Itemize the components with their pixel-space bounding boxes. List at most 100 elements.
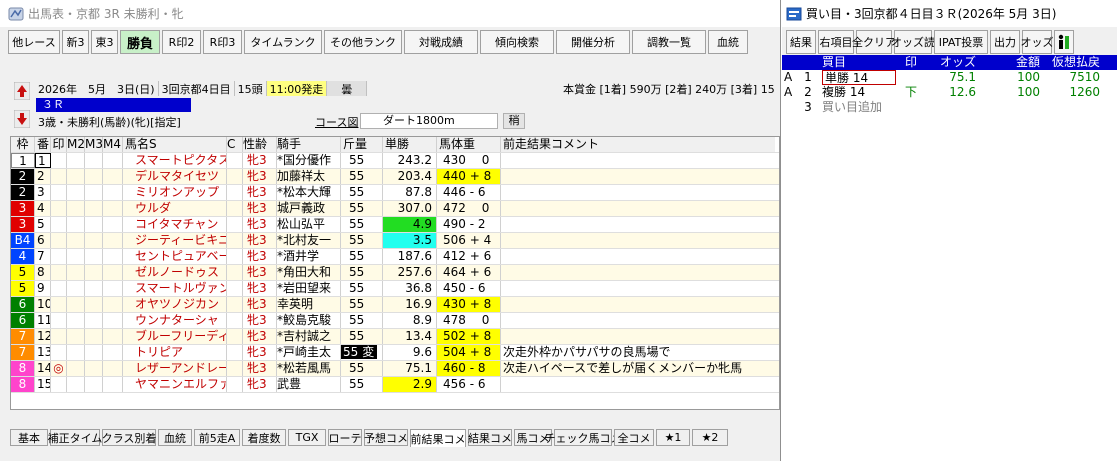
bet-amount[interactable] <box>976 100 1040 115</box>
horse-name-cell[interactable]: デルマタイセツ <box>123 169 227 184</box>
bottom-tab-5[interactable]: 着度数 <box>242 429 286 446</box>
mark4-cell[interactable] <box>103 249 123 264</box>
mark2-cell[interactable] <box>67 377 85 392</box>
mark2-cell[interactable] <box>67 201 85 216</box>
bet-type[interactable]: 複勝 14 <box>822 85 896 100</box>
mark3-cell[interactable] <box>85 265 103 280</box>
mark4-cell[interactable] <box>103 313 123 328</box>
table-row[interactable]: 6 11 ウンナターシャ 牝3 *鮫島克駿 55 8.9 478 0 <box>11 313 779 329</box>
bottom-tab-9[interactable]: 前結果コメ <box>410 429 466 447</box>
bottom-tab-13[interactable]: 全コメ <box>614 429 654 446</box>
horse-name-cell[interactable]: レザーアンドレース <box>123 361 227 376</box>
table-row[interactable]: 47 セントピュアベース 牝3*酒井学 55 187.6412 + 6 <box>11 249 779 265</box>
bet-type[interactable]: 単勝 14 <box>822 70 896 85</box>
bottom-tab-8[interactable]: 予想コメ <box>364 429 408 446</box>
bottom-tab-3[interactable]: 血統 <box>158 429 192 446</box>
mark-cell[interactable] <box>51 265 67 280</box>
mark-cell[interactable] <box>51 377 67 392</box>
mark4-cell[interactable] <box>103 217 123 232</box>
column-header-12[interactable]: 馬体重 <box>437 137 501 152</box>
table-row[interactable]: 815 ヤマニンエルファバ 牝3 武豊 55 2.9456 - 6 <box>11 377 779 393</box>
mark3-cell[interactable] <box>85 329 103 344</box>
mark-cell[interactable] <box>51 329 67 344</box>
mark2-cell[interactable] <box>67 217 85 232</box>
mark2-cell[interactable] <box>67 361 85 376</box>
mark2-cell[interactable] <box>67 153 85 168</box>
horse-name-cell[interactable]: ウンナターシャ <box>123 313 227 328</box>
table-row[interactable]: 3 5 コイタマチャン 牝3 松山弘平 55 4.9 490 - 2 <box>11 217 779 233</box>
mark3-cell[interactable] <box>85 313 103 328</box>
toolbar-button-10[interactable]: 開催分析 <box>556 30 630 54</box>
mark3-cell[interactable] <box>85 297 103 312</box>
column-header-4[interactable]: M3 <box>85 137 103 152</box>
bet-row[interactable]: A 2 複勝 14 下 12.6 100 1260 <box>782 85 1117 100</box>
column-header-11[interactable]: 単勝 <box>383 137 437 152</box>
table-row[interactable]: 3 4 ウルダ 牝3 城戸義政 55 307.0 472 0 <box>11 201 779 217</box>
mark4-cell[interactable] <box>103 361 123 376</box>
bets-toolbar-button-4[interactable]: IPAT投票 <box>934 30 988 54</box>
mark2-cell[interactable] <box>67 313 85 328</box>
mark4-cell[interactable] <box>103 329 123 344</box>
mark-cell[interactable] <box>51 153 67 168</box>
horse-name-cell[interactable]: ミリオンアップ <box>123 185 227 200</box>
bottom-tab-12[interactable]: チェック馬コメ <box>545 429 622 446</box>
mark-cell[interactable] <box>51 249 67 264</box>
column-header-3[interactable]: M2 <box>67 137 85 152</box>
mark-cell[interactable] <box>51 233 67 248</box>
bet-type[interactable]: 買い目追加 <box>822 100 896 115</box>
column-header-6[interactable]: 馬名S <box>123 137 227 152</box>
column-header-9[interactable]: 騎手 <box>277 137 341 152</box>
toolbar-button-2[interactable]: 東3 <box>91 30 118 54</box>
bets-toolbar-button-6[interactable]: オッズ <box>1021 30 1054 54</box>
mark4-cell[interactable] <box>103 377 123 392</box>
bet-amount[interactable]: 100 <box>976 70 1040 85</box>
column-header-2[interactable]: 印 <box>51 137 67 152</box>
mark4-cell[interactable] <box>103 169 123 184</box>
toolbar-button-6[interactable]: タイムランク <box>244 30 322 54</box>
toolbar-button-7[interactable]: その他ランク <box>324 30 402 54</box>
bottom-tab-4[interactable]: 前5走A <box>194 429 240 446</box>
column-header-5[interactable]: M4 <box>103 137 123 152</box>
mark4-cell[interactable] <box>103 345 123 360</box>
mark-cell[interactable] <box>51 201 67 216</box>
mark2-cell[interactable] <box>67 345 85 360</box>
column-header-1[interactable]: 番 <box>35 137 51 152</box>
column-header-7[interactable]: C <box>227 137 243 152</box>
toolbar-button-12[interactable]: 血統 <box>708 30 748 54</box>
table-row[interactable]: 2 2 デルマタイセツ 牝3 加藤祥太 55 203.4 440 + 8 <box>11 169 779 185</box>
toolbar-button-1[interactable]: 新3 <box>62 30 89 54</box>
mark4-cell[interactable] <box>103 281 123 296</box>
mark-cell[interactable] <box>51 169 67 184</box>
mark2-cell[interactable] <box>67 329 85 344</box>
horse-name-cell[interactable]: ブルーフリーディン <box>123 329 227 344</box>
mark4-cell[interactable] <box>103 297 123 312</box>
mark2-cell[interactable] <box>67 185 85 200</box>
bottom-tab-15[interactable]: ★2 <box>692 429 728 446</box>
toolbar-button-9[interactable]: 傾向検索 <box>480 30 554 54</box>
bottom-tab-1[interactable]: 補正タイム <box>48 429 102 446</box>
column-header-8[interactable]: 性齢 <box>243 137 277 152</box>
bet-amount[interactable]: 100 <box>976 85 1040 100</box>
bottom-tab-2[interactable]: クラス別着 <box>102 429 156 446</box>
table-row[interactable]: 5 8 ゼルノードゥス 牝3 *角田大和 55 257.6 464 + 6 <box>11 265 779 281</box>
bottom-tab-10[interactable]: 結果コメ <box>468 429 512 446</box>
bets-toolbar-button-1[interactable]: 右項目 <box>818 30 854 54</box>
horse-name-cell[interactable]: オヤツノジカン <box>123 297 227 312</box>
table-row[interactable]: 6 10 オヤツノジカン 牝3 幸英明 55 16.9 430 + 8 <box>11 297 779 313</box>
mark3-cell[interactable] <box>85 233 103 248</box>
bottom-tab-14[interactable]: ★1 <box>656 429 690 446</box>
mark4-cell[interactable] <box>103 201 123 216</box>
horse-name-cell[interactable]: トリピア <box>123 345 227 360</box>
mark3-cell[interactable] <box>85 169 103 184</box>
mark-cell[interactable] <box>51 185 67 200</box>
bet-row[interactable]: 3 買い目追加 <box>782 100 1117 115</box>
mark4-cell[interactable] <box>103 185 123 200</box>
mark-cell[interactable] <box>51 281 67 296</box>
table-row[interactable]: 5 9 スマートルヴァン 牝3 *岩田望来 55 36.8 450 - 6 <box>11 281 779 297</box>
mark3-cell[interactable] <box>85 185 103 200</box>
mark2-cell[interactable] <box>67 281 85 296</box>
bottom-tab-0[interactable]: 基本 <box>10 429 48 446</box>
table-row[interactable]: B4 6 ジーティービキニ 牝3 *北村友一 55 3.5 506 + 4 <box>11 233 779 249</box>
mark2-cell[interactable] <box>67 169 85 184</box>
toolbar-button-4[interactable]: R印2 <box>162 30 201 54</box>
